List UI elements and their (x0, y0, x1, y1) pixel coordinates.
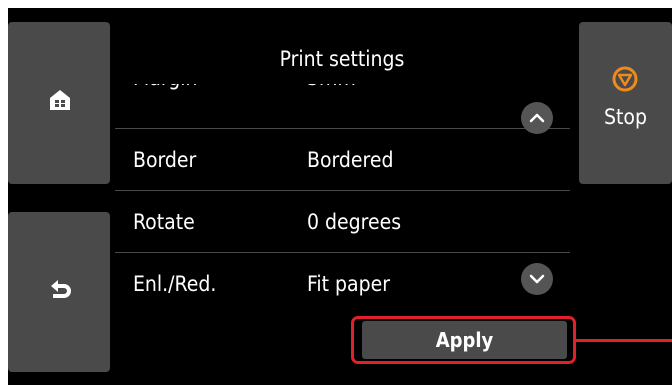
back-button[interactable] (8, 212, 110, 372)
setting-row-enl-red[interactable]: Enl./Red. Fit paper (115, 252, 570, 315)
stop-button[interactable] (579, 22, 672, 184)
settings-list[interactable]: Margin 3mm Border Bordered Rotate 0 degr… (115, 84, 570, 330)
setting-row-rotate[interactable]: Rotate 0 degrees (115, 190, 570, 253)
setting-value: Bordered (307, 148, 394, 172)
setting-label: Enl./Red. (133, 272, 217, 296)
scroll-up-button[interactable] (521, 102, 553, 134)
setting-label: Border (133, 148, 197, 172)
chevron-up-icon (529, 113, 545, 123)
callout-line (576, 339, 672, 342)
setting-value: 3mm (307, 84, 356, 109)
home-icon (50, 90, 70, 110)
stop-label: Stop (604, 105, 647, 129)
setting-value: Fit paper (307, 272, 390, 296)
page-title: Print settings (279, 47, 405, 71)
apply-button[interactable]: Apply (362, 321, 567, 359)
chevron-down-icon (529, 274, 545, 284)
back-arrow-icon (51, 280, 71, 298)
stop-icon (612, 66, 638, 92)
scroll-down-button[interactable] (521, 263, 553, 295)
home-button[interactable] (8, 22, 110, 184)
setting-row-margin[interactable]: Margin 3mm (115, 84, 570, 109)
setting-label: Rotate (133, 210, 195, 234)
setting-label: Margin (133, 84, 198, 109)
setting-row-border[interactable]: Border Bordered (115, 128, 570, 191)
setting-value: 0 degrees (307, 210, 402, 234)
